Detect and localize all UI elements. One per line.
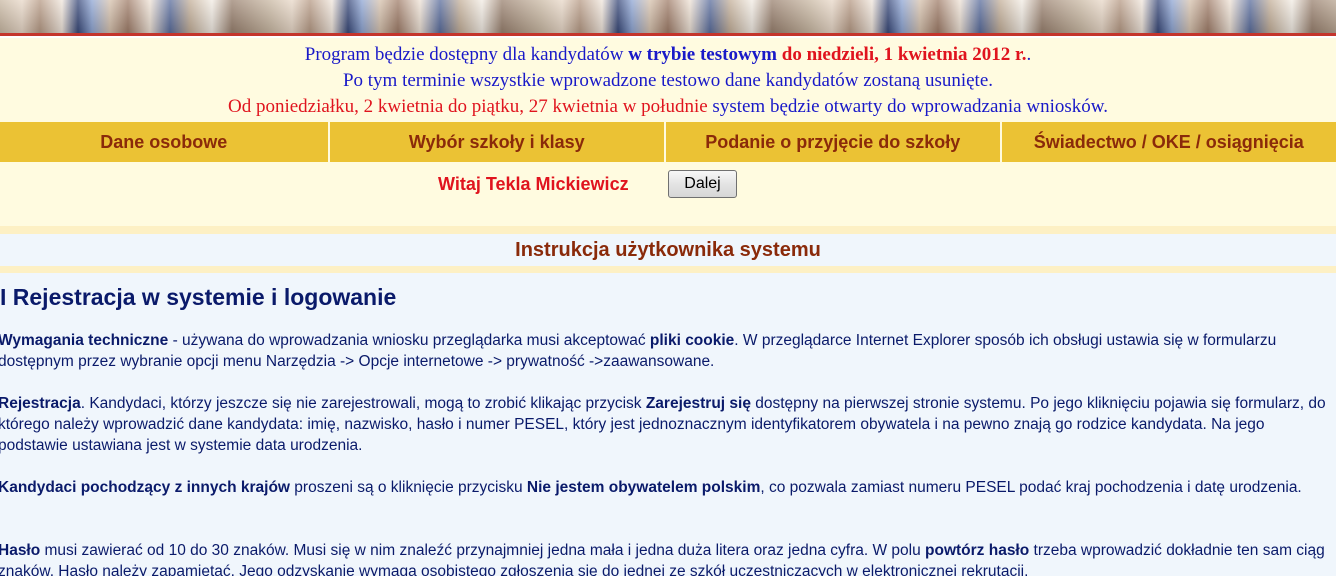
welcome-bar: Witaj Tekla Mickiewicz Dalej (0, 162, 1336, 226)
notice-panel: Program będzie dostępny dla kandydatów w… (0, 38, 1336, 122)
tab-admission-application[interactable]: Podanie o przyjęcie do szkoły (666, 122, 1000, 162)
section-heading: I Rejestracja w systemie i logowanie (0, 284, 397, 310)
notice-line-2: Po tym terminie wszystkie wprowadzone te… (342, 70, 994, 91)
paragraph-foreign-candidates: Kandydaci pochodzący z innych krajów pro… (0, 479, 1302, 496)
notice-line-3: Od poniedziałku, 2 kwietnia do piątku, 2… (228, 96, 1108, 117)
tab-personal-data[interactable]: Dane osobowe (0, 122, 328, 162)
manual-title: Instrukcja użytkownika systemu (515, 239, 821, 261)
next-button[interactable]: Dalej (668, 170, 737, 198)
user-manual: Instrukcja użytkownika systemu I Rejestr… (0, 234, 1336, 576)
notice-line-1: Program będzie dostępny dla kandydatów w… (304, 44, 1032, 65)
tab-school-and-class[interactable]: Wybór szkoły i klasy (329, 122, 664, 162)
paragraph-technical-requirements: Wymagania techniczne - używana do wprowa… (0, 332, 1277, 370)
paragraph-password: Hasło musi zawierać od 10 do 30 znaków. … (0, 542, 1325, 576)
paragraph-registration: Rejestracja. Kandydaci, którzy jeszcze s… (0, 395, 1326, 454)
tab-certificate-achievements[interactable]: Świadectwo / OKE / osiągnięcia (1001, 122, 1336, 162)
header-banner-image (0, 0, 1336, 33)
welcome-greeting: Witaj Tekla Mickiewicz (438, 174, 629, 194)
main-nav-tabs: Dane osobowe Wybór szkoły i klasy Podani… (0, 122, 1336, 162)
